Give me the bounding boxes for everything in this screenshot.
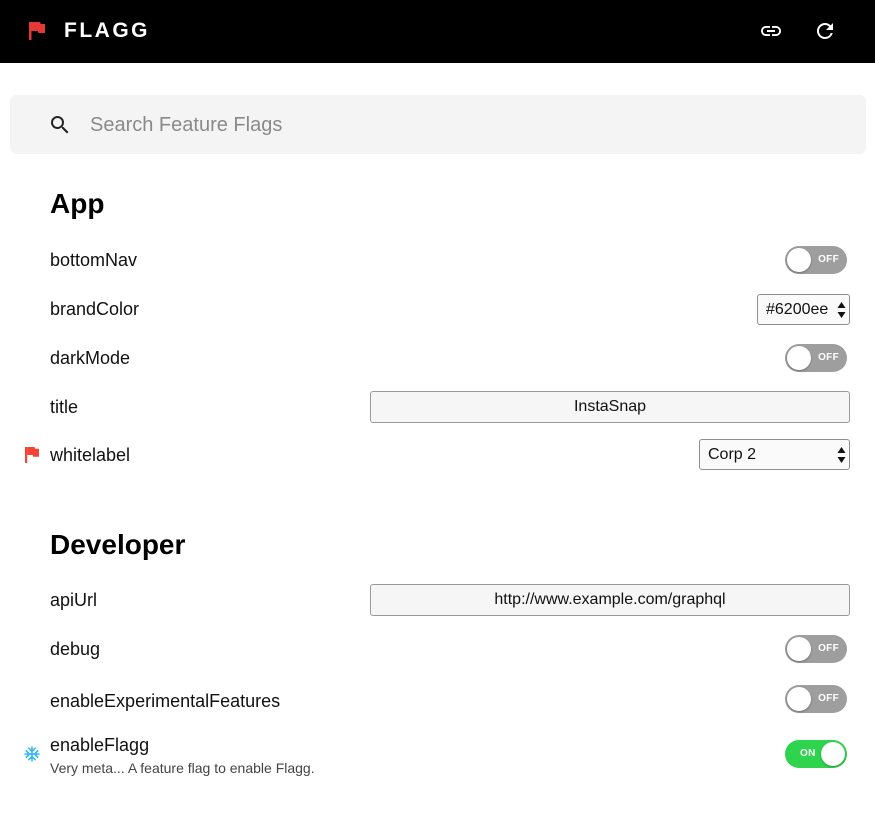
select-value: #6200ee xyxy=(766,301,829,318)
top-bar: FLAGG xyxy=(0,0,875,63)
link-icon xyxy=(761,26,781,36)
toggle-darkmode[interactable]: OFF xyxy=(785,344,847,372)
flag-label-enableflagg: enableFlagg xyxy=(50,735,150,755)
flag-label-debug: debug xyxy=(50,639,101,659)
toggle-knob xyxy=(787,248,811,272)
flag-icon xyxy=(25,447,39,463)
flag-icon xyxy=(29,22,45,40)
section-title-developer: Developer xyxy=(50,529,186,560)
flag-label-apiurl: apiUrl xyxy=(50,590,98,610)
refresh-button[interactable] xyxy=(811,17,839,45)
select-arrows-icon xyxy=(837,302,846,318)
flag-label-title: title xyxy=(50,397,79,417)
flag-label-darkmode: darkMode xyxy=(50,348,131,368)
search-icon xyxy=(51,116,69,134)
apiurl-field[interactable] xyxy=(370,584,850,616)
toggle-debug[interactable]: OFF xyxy=(785,635,847,663)
snowflake-icon xyxy=(24,746,40,762)
copy-link-button[interactable] xyxy=(757,17,785,45)
toggle-enableflagg[interactable]: ON xyxy=(785,740,847,768)
search-bar xyxy=(10,95,866,154)
flag-label-brandcolor: brandColor xyxy=(50,299,140,319)
toggle-state: ON xyxy=(800,748,816,759)
flag-label-bottomnav: bottomNav xyxy=(50,250,138,270)
flag-description-enableflagg: Very meta... A feature flag to enable Fl… xyxy=(50,760,315,776)
toggle-state: OFF xyxy=(818,643,839,654)
refresh-icon xyxy=(817,23,833,39)
search-input[interactable] xyxy=(90,109,830,141)
app-title: FLAGG xyxy=(64,19,150,42)
toggle-bottomnav[interactable]: OFF xyxy=(785,246,847,274)
toggle-state: OFF xyxy=(818,254,839,265)
title-field[interactable] xyxy=(370,391,850,423)
toggle-enableexperimentalfeatures[interactable]: OFF xyxy=(785,685,847,713)
toggle-knob xyxy=(787,687,811,711)
section-title-app: App xyxy=(50,188,105,219)
toggle-knob xyxy=(787,346,811,370)
select-brandcolor[interactable]: #6200ee xyxy=(757,294,850,325)
select-value: Corp 2 xyxy=(708,446,757,463)
select-arrows-icon xyxy=(837,447,846,463)
toggle-knob xyxy=(787,637,811,661)
toggle-knob xyxy=(821,742,845,766)
select-whitelabel[interactable]: Corp 2 xyxy=(699,439,850,470)
flag-label-enableexperimentalfeatures: enableExperimentalFeatures xyxy=(50,691,281,711)
toggle-state: OFF xyxy=(818,693,839,704)
flag-label-whitelabel: whitelabel xyxy=(50,445,131,465)
toggle-state: OFF xyxy=(818,352,839,363)
